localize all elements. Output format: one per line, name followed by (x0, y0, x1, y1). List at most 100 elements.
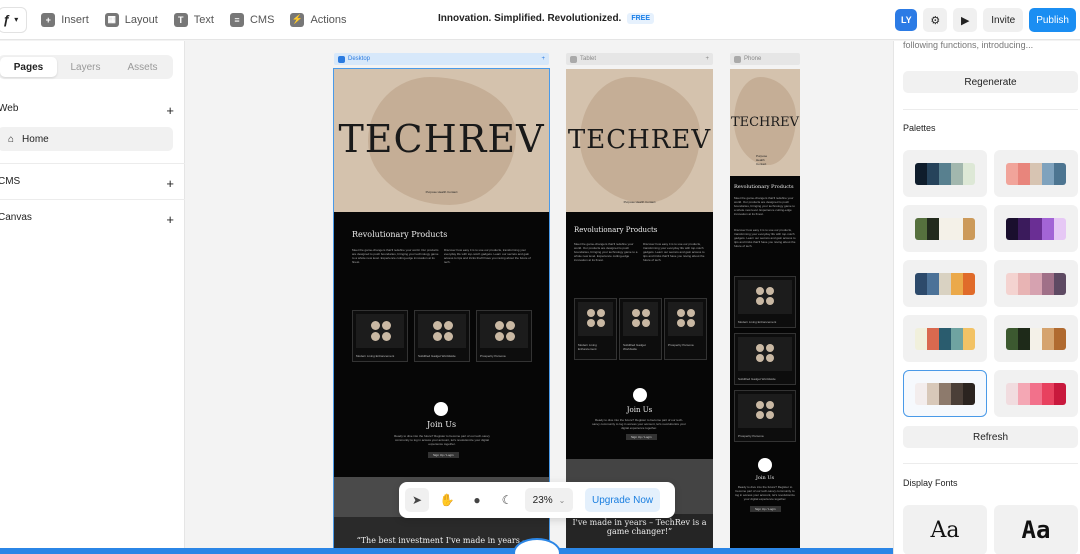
layout-icon: ▦ (104, 12, 119, 27)
join-button[interactable]: Sign Up / Login (428, 452, 459, 458)
palette-option[interactable] (994, 205, 1078, 252)
breakpoint-label-phone[interactable]: Phone (730, 53, 800, 65)
palette-option[interactable] (903, 260, 987, 307)
product-card[interactable]: Solidified Gadget Worldwide (414, 310, 470, 362)
refresh-button[interactable]: Refresh (903, 426, 1078, 448)
color-swatch (939, 162, 951, 185)
color-swatch (1030, 217, 1042, 240)
left-panel: Pages Layers Assets Web + ⌂ Home CMS + C… (0, 41, 185, 554)
section-canvas[interactable]: Canvas + (0, 212, 174, 227)
palette-option[interactable] (903, 150, 987, 197)
phone-frame[interactable]: TECHREV Purpose Health Contact Revolutio… (730, 69, 800, 554)
moon-icon: ☾ (501, 493, 513, 507)
breakpoint-label-tablet[interactable]: Tablet + (566, 53, 713, 65)
home-icon: ⌂ (8, 133, 15, 145)
add-breakpoint-icon[interactable]: + (541, 56, 545, 62)
zoom-select[interactable]: 23% ⌄ (525, 488, 573, 512)
color-swatch (1030, 162, 1042, 185)
framer-menu-button[interactable]: ƒ ▾ (0, 6, 28, 33)
add-page-icon[interactable]: + (166, 103, 174, 118)
font-option[interactable]: Aa (903, 505, 987, 554)
layout-tool[interactable]: ▦ Layout (104, 12, 158, 27)
palette-option[interactable] (903, 205, 987, 252)
section-title: Revolutionary Products (574, 226, 658, 234)
divider (903, 109, 1078, 110)
section-title: Revolutionary Products (734, 184, 794, 190)
hand-tool[interactable]: ✋ (435, 488, 459, 512)
product-card[interactable]: Prosperity Persona (476, 310, 532, 362)
regenerate-button[interactable]: Regenerate (903, 71, 1078, 93)
user-avatar[interactable]: LY (895, 9, 918, 31)
color-swatch (927, 272, 939, 295)
breakpoint-label-desktop[interactable]: Desktop + (334, 53, 549, 65)
invite-button[interactable]: Invite (983, 8, 1024, 32)
palette-option[interactable] (903, 315, 987, 362)
section-web[interactable]: Web + (0, 103, 174, 118)
join-button[interactable]: Sign Up / Login (626, 434, 657, 440)
palette-option[interactable] (994, 370, 1078, 417)
divider (0, 199, 185, 200)
tab-assets[interactable]: Assets (114, 57, 171, 77)
publish-button[interactable]: Publish (1029, 8, 1076, 32)
palette-option[interactable] (994, 260, 1078, 307)
product-card[interactable]: Modern Living Enhancement (574, 298, 617, 360)
add-cms-icon[interactable]: + (166, 176, 174, 191)
color-swatch (963, 327, 975, 350)
cms-tool[interactable]: ≡ CMS (229, 12, 274, 27)
comment-tool[interactable]: ● (465, 488, 489, 512)
section-cms[interactable]: CMS + (0, 176, 174, 191)
product-card[interactable]: Prosperity Persona (664, 298, 707, 360)
hero-section: TECHREV Purpose Health Contact (566, 69, 713, 212)
hand-icon: ✋ (439, 493, 455, 507)
add-breakpoint-icon[interactable]: + (705, 56, 709, 62)
palette-swatches (915, 382, 975, 405)
color-swatch (951, 327, 963, 350)
settings-button[interactable]: ⚙ (923, 8, 948, 32)
color-swatch (915, 382, 927, 405)
paragraph-left: Meet the game-changers that'll redefine … (352, 248, 439, 264)
gear-icon: ⚙ (930, 14, 941, 27)
palette-option[interactable] (994, 315, 1078, 362)
clover-icon (677, 309, 695, 327)
text-tool[interactable]: T Text (173, 12, 214, 27)
product-card[interactable]: Solidified Gadget Worldwide (734, 333, 796, 385)
play-icon (570, 55, 577, 63)
preview-button[interactable]: ▶ (953, 8, 978, 32)
color-swatch (927, 162, 939, 185)
color-swatch (963, 382, 975, 405)
select-tool[interactable]: ➤ (405, 488, 429, 512)
dark-mode-toggle[interactable]: ☾ (495, 488, 519, 512)
tab-layers[interactable]: Layers (57, 57, 114, 77)
upgrade-button[interactable]: Upgrade Now (585, 488, 661, 512)
project-title[interactable]: Innovation. Simplified. Revolutionized. … (438, 13, 655, 24)
product-card[interactable]: Solidified Gadget Worldwide (619, 298, 662, 360)
tab-pages[interactable]: Pages (0, 57, 57, 77)
color-swatch (927, 382, 939, 405)
product-card[interactable]: Prosperity Persona (734, 390, 796, 442)
color-swatch (951, 162, 963, 185)
palette-option[interactable] (994, 150, 1078, 197)
join-title: Join Us (626, 406, 653, 414)
framer-logo-icon: ƒ (3, 12, 11, 27)
hero-section: TECHREV Purpose Health Contact (334, 69, 549, 212)
product-card[interactable]: Modern Living Enhancement (734, 276, 796, 328)
color-swatch (1006, 382, 1018, 405)
actions-tool[interactable]: ⚡ Actions (290, 12, 347, 27)
insert-tool[interactable]: + Insert (41, 12, 89, 27)
font-option[interactable]: Aa (994, 505, 1078, 554)
products-section: Revolutionary Products Meet the game-cha… (566, 212, 713, 459)
color-swatch (1018, 382, 1030, 405)
palette-option[interactable] (903, 370, 987, 417)
color-swatch (963, 272, 975, 295)
chevron-down-icon: ▾ (14, 15, 19, 24)
comment-icon: ● (473, 493, 481, 507)
color-swatch (1042, 272, 1054, 295)
page-item-home[interactable]: ⌂ Home (0, 127, 173, 151)
product-card[interactable]: Modern Living Enhancement (352, 310, 408, 362)
database-icon: ≡ (229, 12, 244, 27)
products-section: Revolutionary Products Meet the game-cha… (334, 212, 549, 477)
add-canvas-icon[interactable]: + (166, 212, 174, 227)
join-button[interactable]: Sign Up / Login (750, 506, 781, 512)
design-canvas[interactable]: Desktop + Tablet + Phone TECHREV Purpose… (186, 41, 893, 554)
clover-icon (632, 309, 650, 327)
